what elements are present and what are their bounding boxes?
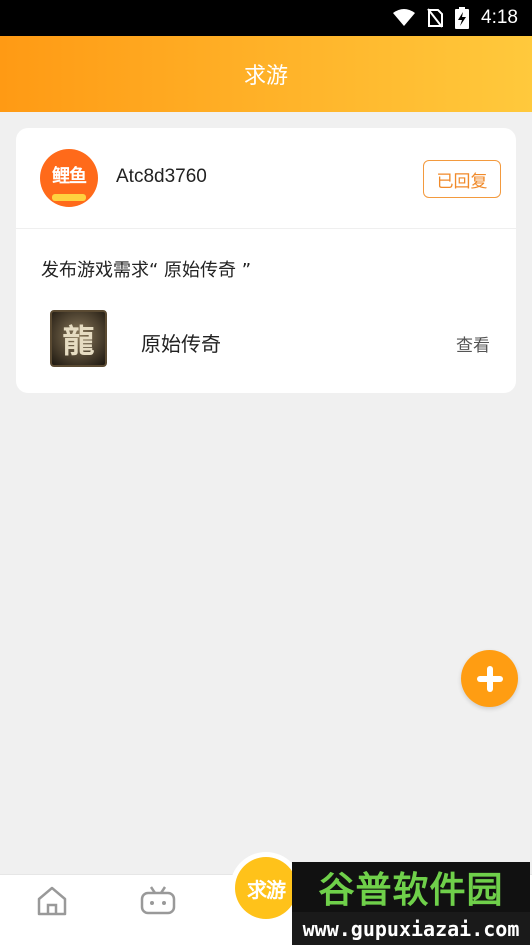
nav-item-home[interactable]	[22, 885, 82, 917]
watermark: 谷普软件园 www.gupuxiazai.com	[292, 862, 530, 945]
home-icon	[37, 886, 67, 916]
request-text: 发布游戏需求“ 原始传奇 ”	[41, 260, 252, 281]
battery-charging-icon	[455, 7, 470, 29]
username: Atc8d3760	[116, 166, 207, 187]
watermark-url: www.gupuxiazai.com	[292, 912, 530, 945]
wifi-icon	[393, 9, 416, 26]
game-icon-glyph: 龍	[62, 321, 95, 360]
nav-center-label: 求游	[247, 877, 286, 902]
add-request-button[interactable]	[461, 650, 518, 707]
no-sim-icon	[427, 8, 444, 28]
status-time: 4:18	[481, 7, 518, 28]
avatar[interactable]: 鲤鱼	[40, 149, 98, 207]
page-title: 求游	[243, 64, 288, 89]
request-center-button[interactable]: 求游	[235, 857, 297, 919]
avatar-logo-ribbon	[52, 194, 86, 201]
replied-badge: 已回复	[423, 160, 501, 198]
divider	[16, 228, 516, 229]
watermark-title: 谷普软件园	[292, 862, 530, 912]
avatar-logo-text: 鲤鱼	[52, 166, 87, 187]
game-icon[interactable]: 龍	[50, 310, 107, 367]
status-icons: 4:18	[393, 7, 518, 29]
nav-item-games[interactable]	[128, 885, 188, 917]
request-card[interactable]: 鲤鱼 Atc8d3760 已回复 发布游戏需求“ 原始传奇 ” 龍 原始传奇 查…	[16, 128, 516, 393]
status-bar: 4:18	[0, 0, 532, 36]
app-header: 求游	[0, 36, 532, 112]
view-link[interactable]: 查看	[456, 331, 490, 356]
plus-icon	[476, 665, 503, 692]
game-name: 原始传奇	[141, 332, 221, 356]
gamepad-icon	[140, 886, 176, 915]
